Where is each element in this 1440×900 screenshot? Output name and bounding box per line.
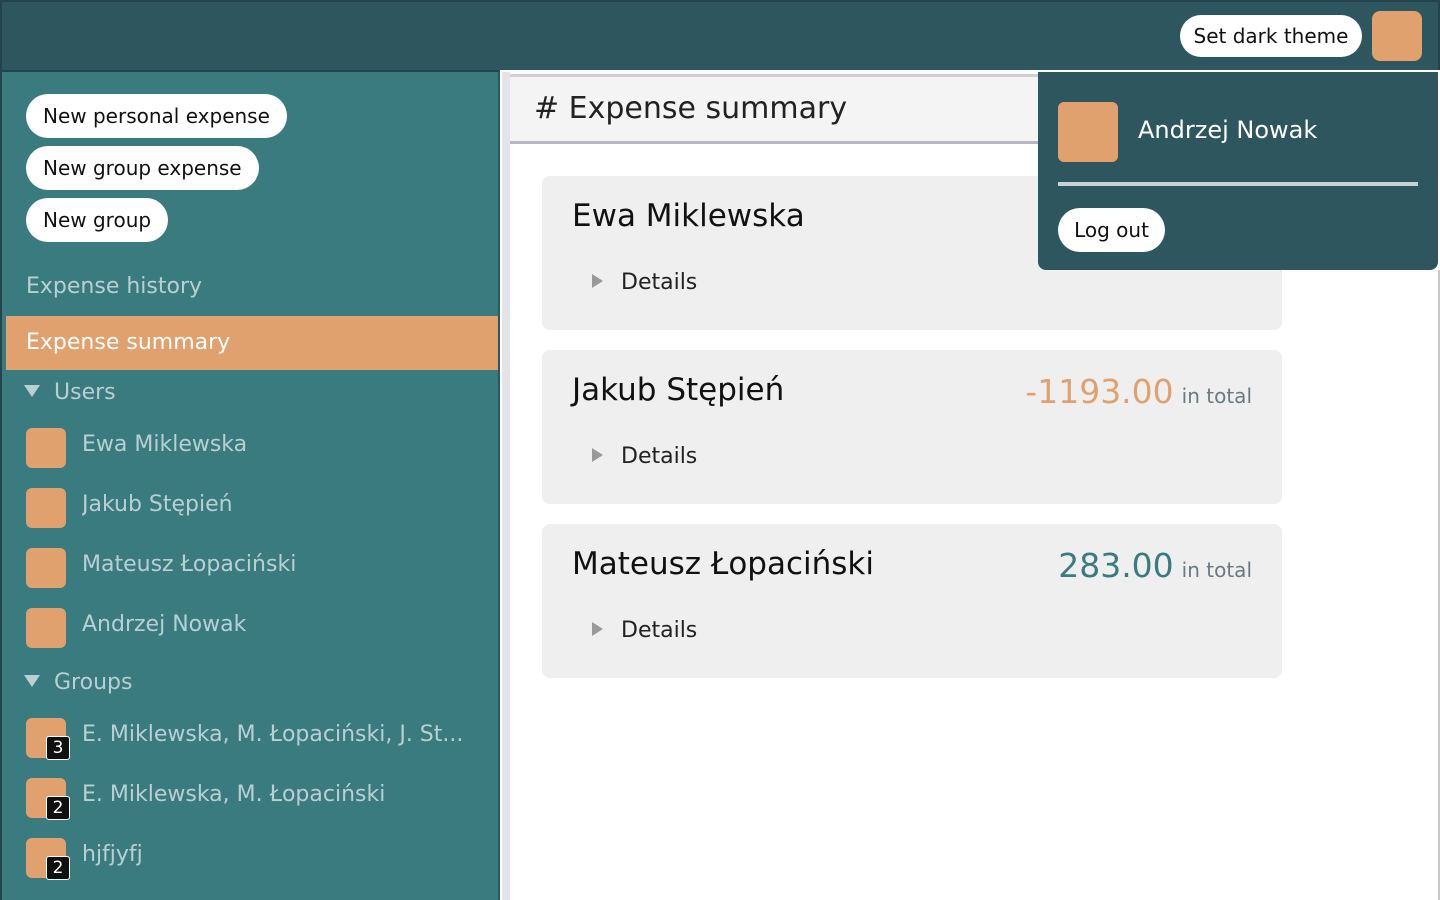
group-label: E. Miklewska, M. Łopaciński — [82, 782, 386, 807]
triangle-down-icon — [24, 385, 40, 397]
new-group-button[interactable]: New group — [26, 198, 169, 242]
user-label: Jakub Stępień — [82, 492, 233, 517]
triangle-down-icon — [24, 675, 40, 687]
logout-button[interactable]: Log out — [1058, 208, 1165, 252]
users-heading: Users — [54, 380, 116, 405]
summary-card-mateusz: Mateusz Łopaciński 283.00 in total Detail… — [542, 524, 1282, 678]
amount-suffix: in total — [1181, 384, 1252, 408]
user-avatar-button[interactable] — [1372, 11, 1422, 61]
groups-heading: Groups — [54, 670, 133, 695]
sidebar-group-1[interactable]: 3 E. Miklewska, M. Łopaciński, J. St... — [26, 718, 496, 760]
avatar — [26, 608, 66, 648]
card-user-name: Jakub Stępień — [572, 372, 785, 408]
sidebar-user-andrzej[interactable]: Andrzej Nowak — [26, 608, 496, 648]
triangle-right-icon — [592, 448, 603, 462]
avatar — [26, 488, 66, 528]
total-amount: 283.00 in total — [1058, 546, 1252, 585]
triangle-right-icon — [592, 622, 603, 636]
sidebar: New personal expense New group expense N… — [0, 70, 500, 900]
user-label: Mateusz Łopaciński — [82, 552, 297, 577]
group-label: E. Miklewska, M. Łopaciński, J. St... — [82, 722, 464, 747]
sidebar-group-3[interactable]: 2 hjfjyfj — [26, 838, 496, 880]
user-dropdown-menu: Andrzej Nowak Log out — [1038, 72, 1438, 270]
nav-expense-summary[interactable]: Expense summary — [6, 316, 498, 370]
card-user-name: Ewa Miklewska — [572, 198, 805, 234]
sidebar-user-jakub[interactable]: Jakub Stępień — [26, 488, 496, 528]
dropdown-user-name: Andrzej Nowak — [1138, 116, 1318, 144]
top-bar: Set dark theme — [0, 0, 1440, 70]
details-label: Details — [621, 618, 698, 643]
set-dark-theme-button[interactable]: Set dark theme — [1180, 15, 1362, 57]
amount-value: 283.00 — [1058, 546, 1174, 585]
new-group-expense-button[interactable]: New group expense — [26, 146, 259, 190]
sidebar-user-ewa[interactable]: Ewa Miklewska — [26, 428, 496, 468]
card-user-name: Mateusz Łopaciński — [572, 546, 874, 582]
avatar — [26, 548, 66, 588]
details-toggle[interactable]: Details — [592, 270, 697, 295]
amount-value: -1193.00 — [1025, 372, 1174, 411]
divider — [1058, 182, 1418, 186]
users-section-toggle[interactable]: Users — [24, 380, 116, 405]
details-label: Details — [621, 444, 698, 469]
avatar — [26, 428, 66, 468]
details-label: Details — [621, 270, 698, 295]
nav-expense-history[interactable]: Expense history — [26, 274, 202, 299]
member-count-badge: 3 — [46, 736, 70, 760]
details-toggle[interactable]: Details — [592, 618, 697, 643]
member-count-badge: 2 — [46, 796, 70, 820]
user-label: Andrzej Nowak — [82, 612, 247, 637]
avatar — [1058, 102, 1118, 162]
new-personal-expense-button[interactable]: New personal expense — [26, 94, 287, 138]
user-label: Ewa Miklewska — [82, 432, 248, 457]
total-amount: -1193.00 in total — [1025, 372, 1252, 411]
groups-section-toggle[interactable]: Groups — [24, 670, 132, 695]
amount-suffix: in total — [1181, 558, 1252, 582]
summary-card-jakub: Jakub Stępień -1193.00 in total Details — [542, 350, 1282, 504]
page-title: # Expense summary — [534, 91, 848, 126]
details-toggle[interactable]: Details — [592, 444, 697, 469]
sidebar-user-mateusz[interactable]: Mateusz Łopaciński — [26, 548, 496, 588]
triangle-right-icon — [592, 274, 603, 288]
sidebar-group-2[interactable]: 2 E. Miklewska, M. Łopaciński — [26, 778, 496, 820]
main-left-border — [502, 72, 510, 900]
member-count-badge: 2 — [46, 856, 70, 880]
group-label: hjfjyfj — [82, 842, 143, 867]
page-header: # Expense summary — [510, 74, 1050, 144]
